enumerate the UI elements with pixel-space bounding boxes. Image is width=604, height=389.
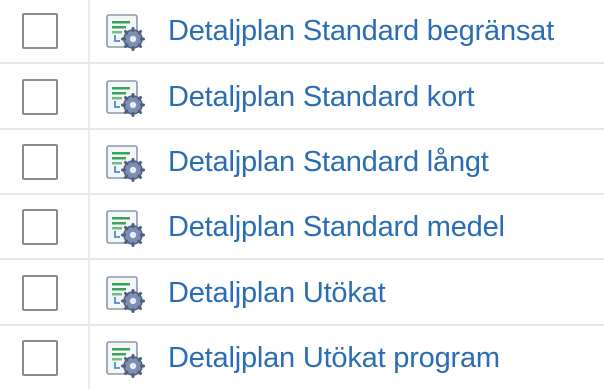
- workflow-gear-icon: [106, 13, 146, 51]
- checkbox-cell: [0, 196, 88, 258]
- list-item[interactable]: Detaljplan Standard medel: [0, 196, 604, 260]
- item-link[interactable]: Detaljplan Standard långt: [168, 131, 489, 193]
- row-checkbox[interactable]: [22, 144, 58, 180]
- workflow-gear-icon: [106, 144, 146, 182]
- workflow-gear-icon: [106, 340, 146, 378]
- row-checkbox[interactable]: [22, 209, 58, 245]
- list-item[interactable]: Detaljplan Standard begränsat: [0, 0, 604, 64]
- list-item[interactable]: Detaljplan Standard kort: [0, 66, 604, 130]
- checkbox-cell: [0, 131, 88, 193]
- item-link[interactable]: Detaljplan Standard begränsat: [168, 0, 554, 62]
- row-checkbox[interactable]: [22, 340, 58, 376]
- item-link[interactable]: Detaljplan Standard medel: [168, 196, 505, 258]
- row-checkbox[interactable]: [22, 275, 58, 311]
- workflow-gear-icon: [106, 209, 146, 247]
- checkbox-cell: [0, 66, 88, 128]
- checkbox-cell: [0, 0, 88, 62]
- list-item[interactable]: Detaljplan Standard långt: [0, 131, 604, 195]
- workflow-gear-icon: [106, 275, 146, 313]
- item-link[interactable]: Detaljplan Standard kort: [168, 66, 475, 128]
- workflow-gear-icon: [106, 79, 146, 117]
- list-item[interactable]: Detaljplan Utökat: [0, 262, 604, 326]
- checkbox-cell: [0, 327, 88, 389]
- item-link[interactable]: Detaljplan Utökat: [168, 262, 386, 324]
- row-checkbox[interactable]: [22, 13, 58, 49]
- checkbox-cell: [0, 262, 88, 324]
- item-link[interactable]: Detaljplan Utökat program: [168, 327, 500, 389]
- process-list: Detaljplan Standard begränsat Detaljplan …: [0, 0, 604, 389]
- list-item[interactable]: Detaljplan Utökat program: [0, 327, 604, 389]
- row-checkbox[interactable]: [22, 79, 58, 115]
